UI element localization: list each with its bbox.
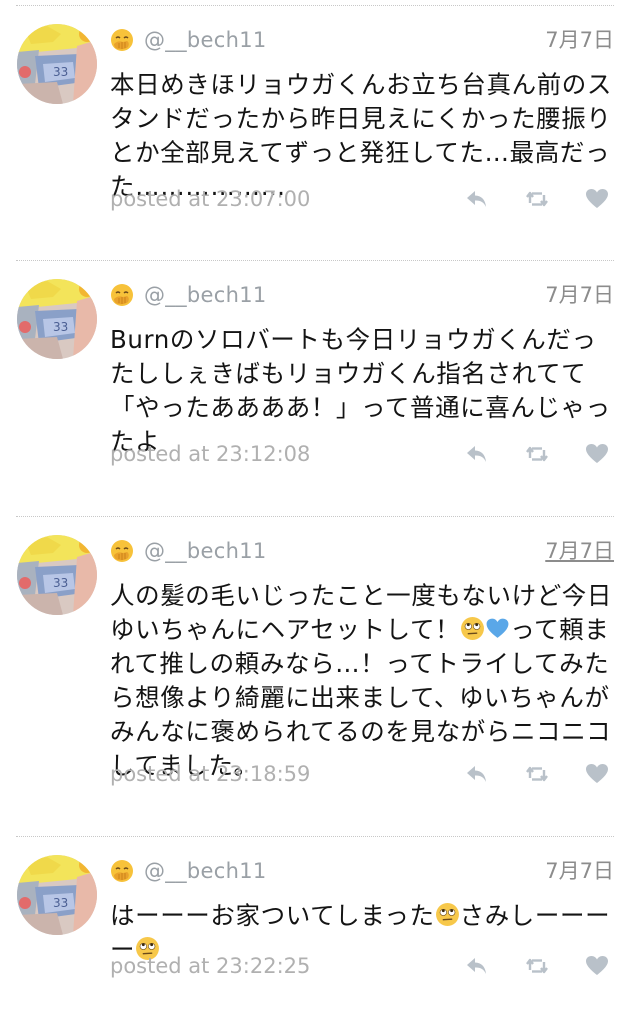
hand-over-mouth-emoji-icon (111, 284, 133, 306)
reply-icon[interactable] (464, 954, 490, 978)
reply-icon[interactable] (464, 187, 490, 211)
posted-timestamp: posted at 23:22:25 (110, 954, 311, 978)
tweet-footer: posted at 23:22:25 (110, 951, 616, 981)
heart-icon[interactable] (584, 762, 610, 786)
tweet-separator (16, 836, 614, 837)
svg-text:33: 33 (53, 65, 68, 79)
hand-over-mouth-emoji-icon (111, 860, 133, 882)
heart-icon[interactable] (584, 954, 610, 978)
hand-over-mouth-emoji-icon (111, 540, 133, 562)
svg-text:33: 33 (53, 896, 68, 910)
tweet-meta: @__bech11 7月7日 (110, 537, 614, 567)
tweet-separator (16, 5, 614, 6)
hand-over-mouth-emoji-icon (111, 29, 133, 51)
reply-icon[interactable] (464, 762, 490, 786)
retweet-icon[interactable] (524, 762, 550, 786)
svg-text:33: 33 (53, 576, 68, 590)
posted-timestamp: posted at 23:18:59 (110, 762, 311, 786)
username[interactable]: @__bech11 (144, 26, 267, 54)
tweet-separator (16, 260, 614, 261)
username[interactable]: @__bech11 (144, 281, 267, 309)
tweet-footer: posted at 23:07:00 (110, 184, 616, 214)
tweet-footer: posted at 23:12:08 (110, 439, 616, 469)
retweet-icon[interactable] (524, 954, 550, 978)
rolling-eyes-emoji-icon (435, 903, 459, 926)
tweet-text: 人の髪の毛いじったこと一度もないけど今日ゆいちゃんにヘアセットして！ って頼まれて… (110, 579, 616, 783)
tweet-date[interactable]: 7月7日 (545, 857, 614, 885)
username[interactable]: @__bech11 (144, 537, 267, 565)
heart-icon[interactable] (584, 442, 610, 466)
avatar[interactable]: 33 (17, 279, 97, 359)
blue-heart-emoji-icon (486, 618, 509, 638)
rolling-eyes-emoji-icon (461, 617, 485, 640)
tweet-text-segment: はーーーお家ついてしまった (110, 901, 435, 930)
tweet-date[interactable]: 7月7日 (545, 281, 614, 309)
retweet-icon[interactable] (524, 187, 550, 211)
posted-timestamp: posted at 23:12:08 (110, 442, 311, 466)
retweet-icon[interactable] (524, 442, 550, 466)
username[interactable]: @__bech11 (144, 857, 267, 885)
tweet-meta: @__bech11 7月7日 (110, 281, 614, 311)
tweet-date[interactable]: 7月7日 (545, 537, 614, 565)
tweet-footer: posted at 23:18:59 (110, 759, 616, 789)
tweet-meta: @__bech11 7月7日 (110, 857, 614, 887)
tweet-meta: @__bech11 7月7日 (110, 26, 614, 56)
tweet-text-segment: 本日めきほリョウガくんお立ち台真ん前のスタンドだったから昨日見えにくかった腰振り… (110, 70, 612, 201)
avatar[interactable]: 33 (17, 24, 97, 104)
reply-icon[interactable] (464, 442, 490, 466)
posted-timestamp: posted at 23:07:00 (110, 187, 311, 211)
tweet-text-segment: Burnのソロバートも今日リョウガくんだったししぇきばもリョウガくん指名されてて… (110, 325, 611, 456)
heart-icon[interactable] (584, 187, 610, 211)
tweet-date[interactable]: 7月7日 (545, 26, 614, 54)
avatar[interactable]: 33 (17, 855, 97, 935)
tweet-separator (16, 516, 614, 517)
svg-text:33: 33 (53, 320, 68, 334)
avatar[interactable]: 33 (17, 535, 97, 615)
